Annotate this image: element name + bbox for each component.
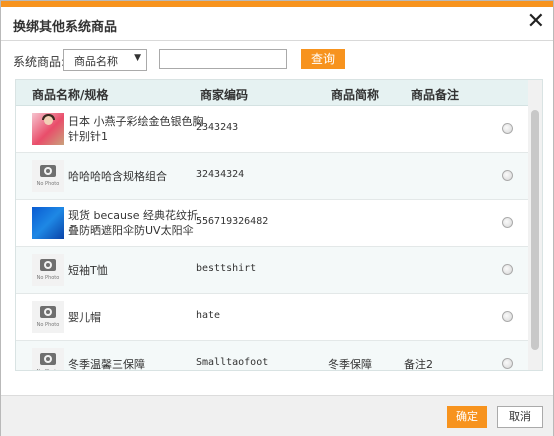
product-code: 2343243 (196, 122, 239, 133)
dialog: 换绑其他系统商品 ✕ 系统商品: 商品名称 ▼ 查询 商品名称/规格 商家编码 … (0, 0, 554, 436)
product-code: 32434324 (196, 169, 245, 180)
table-row[interactable]: No Photo 冬季温馨三保障 Smalltaofoot 冬季保障 备注2 (16, 341, 528, 371)
select-radio[interactable] (502, 358, 513, 369)
header-name: 商品名称/规格 (32, 88, 109, 102)
confirm-button[interactable]: 确定 (447, 406, 487, 428)
no-photo-icon: No Photo (32, 160, 64, 192)
product-code: 556719326482 (196, 216, 269, 227)
no-photo-icon: No Photo (32, 254, 64, 286)
select-radio[interactable] (502, 170, 513, 181)
header-note: 商品备注 (411, 88, 460, 102)
header-abbr: 商品简称 (331, 88, 380, 102)
product-note: 备注2 (404, 358, 433, 371)
dialog-footer: 确定 取消 (1, 395, 553, 436)
product-photo (32, 113, 64, 145)
table-row[interactable]: 日本 小燕子彩绘金色银色胸针别针1 2343243 (16, 106, 528, 153)
product-code: Smalltaofoot (196, 357, 269, 368)
field-select-value: 商品名称 (74, 55, 118, 68)
search-button[interactable]: 查询 (301, 49, 345, 69)
product-name: 冬季温馨三保障 (68, 357, 145, 371)
table-row[interactable]: No Photo 婴儿帽 hate (16, 294, 528, 341)
select-radio[interactable] (502, 264, 513, 275)
dropdown-arrow-icon: ▼ (134, 53, 141, 63)
product-name: 婴儿帽 (68, 310, 101, 324)
table-row[interactable]: 现货 because 经典花纹折叠防晒遮阳伞防UV太阳伞 55671932648… (16, 200, 528, 247)
search-input[interactable] (159, 49, 287, 69)
dialog-header: 换绑其他系统商品 ✕ (1, 7, 553, 41)
table-scrollbar[interactable] (528, 80, 542, 370)
table-row[interactable]: No Photo 短袖T恤 besttshirt (16, 247, 528, 294)
table-row[interactable]: No Photo 哈哈哈哈含规格组合 32434324 (16, 153, 528, 200)
filter-bar: 系统商品: 商品名称 ▼ 查询 (1, 49, 553, 75)
select-radio[interactable] (502, 217, 513, 228)
no-photo-icon: No Photo (32, 348, 64, 370)
filter-label: 系统商品: (13, 55, 66, 69)
product-code: besttshirt (196, 263, 257, 274)
select-radio[interactable] (502, 123, 513, 134)
product-name: 日本 小燕子彩绘金色银色胸针别针1 (68, 115, 204, 143)
header-code: 商家编码 (200, 88, 249, 102)
select-radio[interactable] (502, 311, 513, 322)
dialog-title: 换绑其他系统商品 (13, 20, 118, 35)
close-icon[interactable]: ✕ (527, 10, 545, 34)
product-table: 商品名称/规格 商家编码 商品简称 商品备注 日本 小燕子彩绘金色银色胸针别针1… (15, 79, 543, 371)
product-abbr: 冬季保障 (328, 358, 372, 371)
product-name: 现货 because 经典花纹折叠防晒遮阳伞防UV太阳伞 (68, 209, 199, 237)
scrollbar-thumb[interactable] (531, 110, 539, 350)
table-header: 商品名称/规格 商家编码 商品简称 商品备注 (16, 80, 528, 106)
field-select[interactable]: 商品名称 ▼ (63, 49, 147, 71)
product-photo (32, 207, 64, 239)
no-photo-icon: No Photo (32, 301, 64, 333)
cancel-button[interactable]: 取消 (497, 406, 543, 428)
product-code: hate (196, 310, 221, 321)
product-name: 短袖T恤 (68, 263, 108, 277)
product-name: 哈哈哈哈含规格组合 (68, 169, 167, 183)
